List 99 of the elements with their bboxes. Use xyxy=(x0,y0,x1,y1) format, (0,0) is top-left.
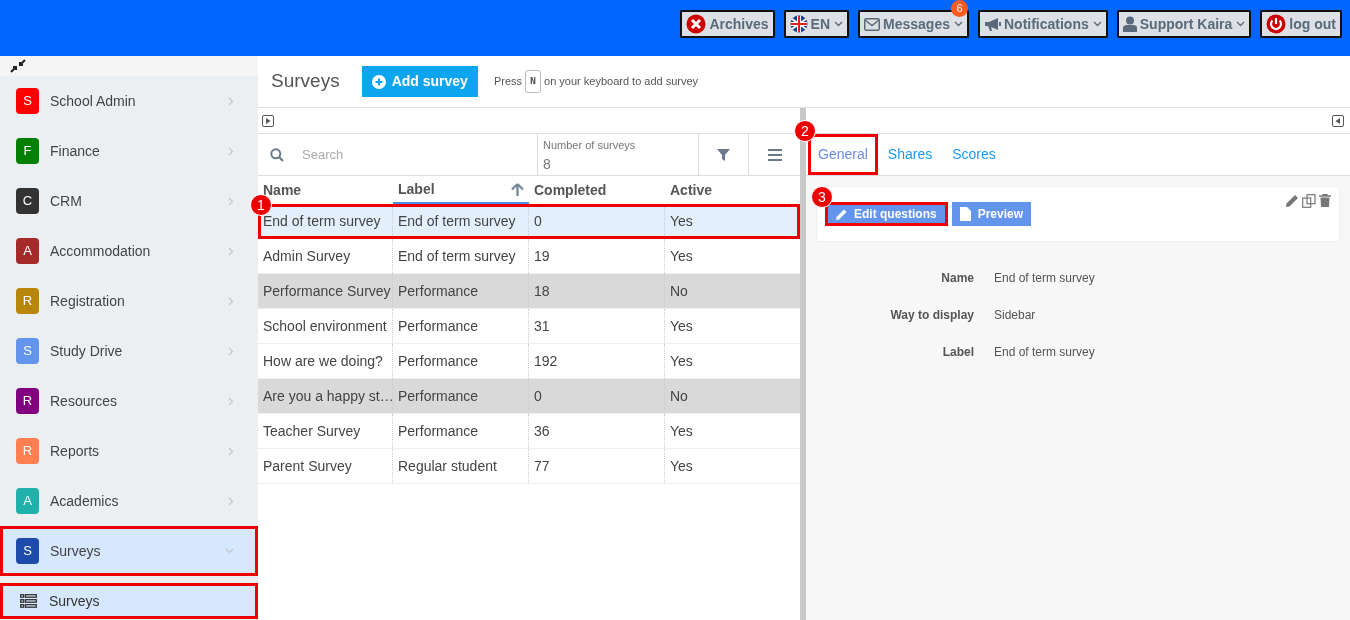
table-cell: Admin Survey xyxy=(258,239,393,273)
list-icon xyxy=(20,594,37,608)
table-cell: Teacher Survey xyxy=(258,414,393,448)
plus-circle-icon xyxy=(371,74,386,89)
document-icon xyxy=(959,207,971,221)
count-value: 8 xyxy=(543,154,552,174)
page-title: Surveys xyxy=(271,69,340,94)
sidebar-item[interactable]: R Reports xyxy=(0,426,258,476)
table-cell: 31 xyxy=(529,309,665,343)
field-value: Sidebar xyxy=(994,306,1036,324)
user-icon xyxy=(1122,16,1137,32)
field-label: Name xyxy=(940,269,974,287)
table-cell: 0 xyxy=(529,379,665,413)
table-cell: 192 xyxy=(529,344,665,378)
field-value: End of term survey xyxy=(994,269,1095,287)
module-letter-icon: A xyxy=(16,488,39,514)
collapse-panel-icon[interactable] xyxy=(1332,114,1344,127)
field-label: Way to display xyxy=(889,306,974,324)
trash-icon[interactable] xyxy=(1319,194,1331,207)
sidebar-item[interactable]: R Registration xyxy=(0,276,258,326)
copy-icon[interactable] xyxy=(1302,194,1316,208)
power-icon xyxy=(1266,14,1287,34)
user-button[interactable]: Support Kaira xyxy=(1116,10,1252,38)
field-value: End of term survey xyxy=(994,343,1095,361)
flag-icon xyxy=(789,15,808,33)
x-circle-icon xyxy=(686,14,707,34)
envelope-icon xyxy=(864,17,881,31)
table-cell: 19 xyxy=(529,239,665,273)
module-letter-icon: R xyxy=(16,438,39,464)
table-cell-text: Yes xyxy=(669,211,694,231)
sidebar-item[interactable]: A Academics xyxy=(0,476,258,526)
megaphone-icon xyxy=(984,16,1001,32)
table-cell: End of term survey xyxy=(393,204,529,238)
key-cap: N xyxy=(525,70,542,93)
table-cell: Performance xyxy=(393,344,529,378)
table-cell: Regular student xyxy=(393,449,529,483)
module-letter-icon: S xyxy=(16,338,39,364)
table-cell: 18 xyxy=(529,274,665,308)
table-cell: Performance xyxy=(393,379,529,413)
archives-button[interactable]: Archives xyxy=(680,10,775,38)
sidebar-item[interactable]: S Surveys xyxy=(0,526,258,576)
table-cell: Are you a happy st… xyxy=(258,379,393,413)
module-letter-icon: R xyxy=(16,288,39,314)
hint-text: Press xyxy=(493,74,522,90)
callout-marker: 3 xyxy=(811,186,833,208)
module-letter-icon: S xyxy=(16,538,39,564)
pencil-icon[interactable] xyxy=(1286,194,1299,207)
table-cell-text: No xyxy=(669,281,689,301)
table-row[interactable]: Teacher Survey Performance 36 Yes xyxy=(258,414,800,449)
pencil-icon xyxy=(836,208,847,220)
expand-panel-icon[interactable] xyxy=(262,114,274,127)
module-letter-icon: C xyxy=(16,188,39,214)
sidebar-item[interactable]: F Finance xyxy=(0,126,258,176)
table-cell: 77 xyxy=(529,449,665,483)
table-row[interactable]: How are we doing? Performance 192 Yes xyxy=(258,344,800,379)
table-cell: 0 xyxy=(529,204,665,238)
table-cell: How are we doing? xyxy=(258,344,393,378)
search-field[interactable]: Search xyxy=(302,139,522,170)
table-cell: School environment xyxy=(258,309,393,343)
module-letter-icon: F xyxy=(16,138,39,164)
table-cell: Parent Survey xyxy=(258,449,393,483)
sidebar-subitem[interactable]: Surveys xyxy=(0,583,258,619)
language-button[interactable]: EN xyxy=(783,10,850,38)
table-cell-text: Yes xyxy=(669,316,694,336)
table-cell-text: No xyxy=(669,386,689,406)
table-cell: Performance xyxy=(393,414,529,448)
count-label: Number of surveys xyxy=(543,138,637,153)
filter-icon[interactable] xyxy=(717,148,730,161)
notifications-button[interactable]: Notifications xyxy=(978,10,1108,38)
hint-text: on your keyboard to add survey xyxy=(544,74,699,90)
table-cell: Performance xyxy=(393,309,529,343)
table-cell-text: Yes xyxy=(669,246,694,266)
module-letter-icon: A xyxy=(16,238,39,264)
column-header[interactable]: Completed xyxy=(529,176,665,204)
table-cell: Performance xyxy=(393,274,529,308)
table-cell: 36 xyxy=(529,414,665,448)
table-cell: End of term survey xyxy=(393,239,529,273)
collapse-icon[interactable] xyxy=(10,59,26,73)
table-row[interactable]: Parent Survey Regular student 77 Yes xyxy=(258,449,800,484)
table-cell-text: Yes xyxy=(669,456,694,476)
callout-marker: 2 xyxy=(794,120,816,142)
logout-button[interactable]: log out xyxy=(1260,10,1342,38)
module-letter-icon: S xyxy=(16,88,39,114)
sidebar-item[interactable]: A Accommodation xyxy=(0,226,258,276)
menu-icon[interactable] xyxy=(767,148,782,161)
table-row[interactable]: School environment Performance 31 Yes xyxy=(258,309,800,344)
table-row[interactable]: Are you a happy st… Performance 0 No xyxy=(258,379,800,414)
sidebar-item[interactable]: S Study Drive xyxy=(0,326,258,376)
module-letter-icon: R xyxy=(16,388,39,414)
field-label: Label xyxy=(941,343,974,361)
sidebar-item[interactable]: S School Admin xyxy=(0,76,258,126)
table-cell: Performance Survey xyxy=(258,274,393,308)
table-row[interactable]: Performance Survey Performance 18 No xyxy=(258,274,800,309)
sidebar-item[interactable]: R Resources xyxy=(0,376,258,426)
table-row[interactable]: Admin Survey End of term survey 19 Yes xyxy=(258,239,800,274)
column-header[interactable]: Active xyxy=(665,176,800,204)
table-cell-text: Yes xyxy=(669,351,694,371)
search-icon xyxy=(270,147,284,162)
table-cell-text: Yes xyxy=(669,421,694,441)
